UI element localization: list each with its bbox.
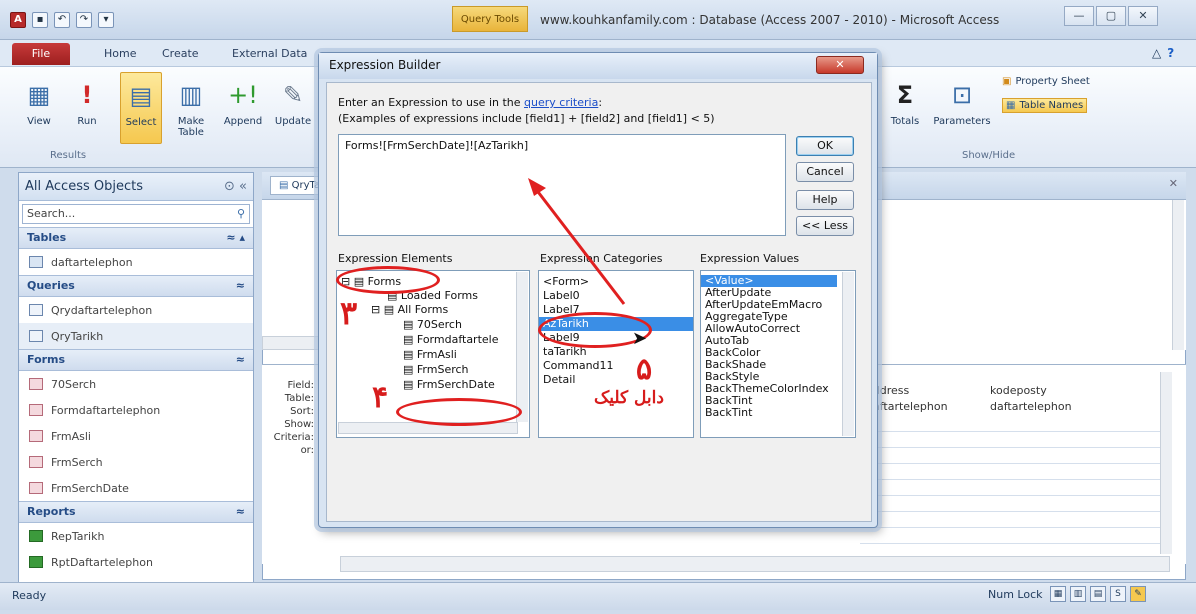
mouse-cursor-icon: ➤ (632, 328, 648, 349)
arrow-line (530, 183, 626, 305)
arrow-head (528, 178, 546, 196)
annotation-arrow (528, 178, 626, 305)
